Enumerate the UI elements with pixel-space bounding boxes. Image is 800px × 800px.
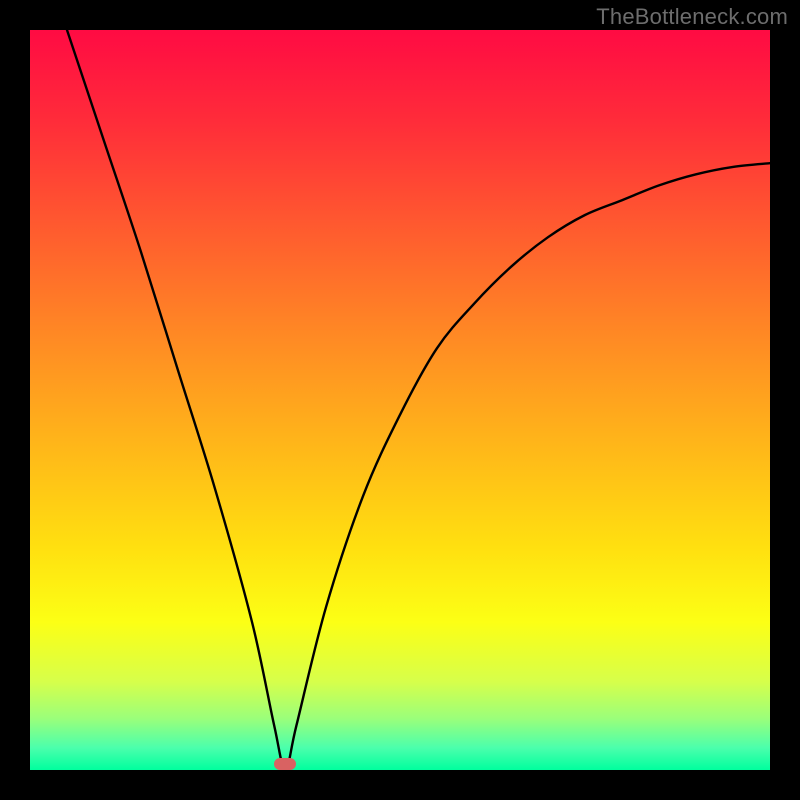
chart-frame: TheBottleneck.com: [0, 0, 800, 800]
plot-area: [30, 30, 770, 770]
optimal-point-marker: [274, 758, 296, 770]
bottleneck-curve-path: [67, 30, 770, 770]
bottleneck-curve: [30, 30, 770, 770]
watermark-text: TheBottleneck.com: [596, 4, 788, 30]
